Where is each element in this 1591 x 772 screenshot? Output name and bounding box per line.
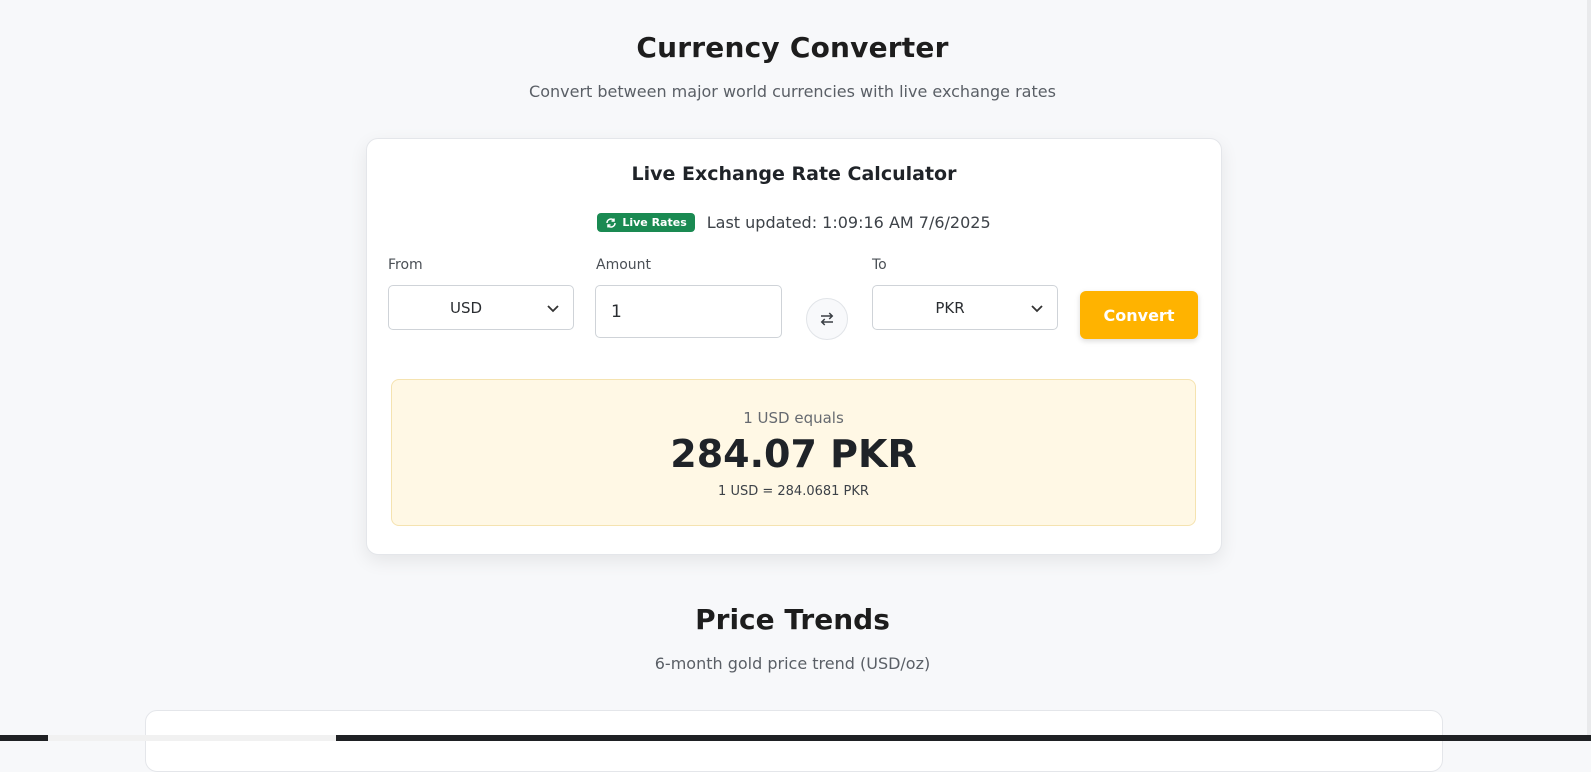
from-label: From bbox=[388, 257, 423, 273]
convert-button[interactable]: Convert bbox=[1080, 291, 1198, 339]
scrollbar[interactable] bbox=[1587, 0, 1591, 735]
price-trend-chart-card bbox=[145, 710, 1443, 772]
from-currency-select[interactable]: USD bbox=[388, 285, 574, 330]
price-trends-title: Price Trends bbox=[695, 603, 890, 636]
status-row: Live Rates Last updated: 1:09:16 AM 7/6/… bbox=[367, 213, 1221, 232]
to-currency-value: PKR bbox=[935, 298, 965, 317]
to-currency-select[interactable]: PKR bbox=[872, 285, 1058, 330]
chevron-down-icon bbox=[1031, 305, 1043, 313]
to-label: To bbox=[872, 257, 887, 273]
live-rates-label: Live Rates bbox=[622, 216, 687, 229]
result-intro: 1 USD equals bbox=[743, 409, 844, 427]
price-trends-subtitle: 6-month gold price trend (USD/oz) bbox=[654, 654, 931, 673]
refresh-icon bbox=[606, 217, 617, 228]
result-value: 284.07 PKR bbox=[670, 432, 917, 476]
converter-card: Live Exchange Rate Calculator Live Rates… bbox=[366, 138, 1222, 555]
result-rate: 1 USD = 284.0681 PKR bbox=[718, 484, 869, 499]
page-subtitle: Convert between major world currencies w… bbox=[529, 82, 1056, 101]
swap-button[interactable] bbox=[806, 298, 848, 340]
last-updated: Last updated: 1:09:16 AM 7/6/2025 bbox=[706, 213, 991, 232]
chevron-down-icon bbox=[547, 305, 559, 313]
page-title: Currency Converter bbox=[636, 31, 949, 64]
result-panel: 1 USD equals 284.07 PKR 1 USD = 284.0681… bbox=[391, 379, 1196, 526]
taskbar-tab[interactable] bbox=[48, 735, 336, 741]
from-currency-value: USD bbox=[449, 298, 483, 317]
live-rates-badge: Live Rates bbox=[597, 213, 695, 232]
swap-arrows-icon bbox=[820, 312, 834, 326]
amount-label: Amount bbox=[596, 257, 652, 273]
amount-input[interactable] bbox=[595, 285, 782, 338]
calculator-title: Live Exchange Rate Calculator bbox=[631, 163, 957, 185]
